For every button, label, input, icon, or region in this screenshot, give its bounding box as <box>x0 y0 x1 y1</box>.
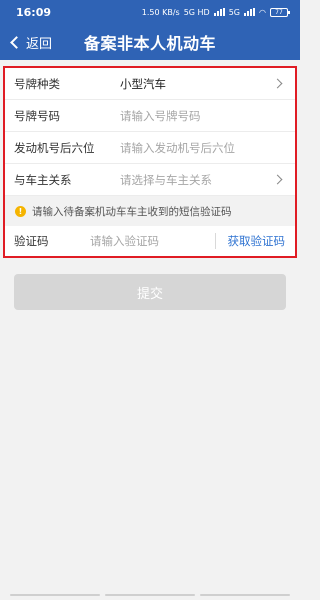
divider <box>214 233 216 249</box>
owner-relation-label: 与车主关系 <box>14 172 72 187</box>
signal-icon-2 <box>244 8 256 16</box>
network-speed: 1.50 KB/s <box>141 7 180 17</box>
sms-hint: ! 请输入待备案机动车车主收到的短信验证码 <box>5 196 295 226</box>
nav-bar: 返回 备案非本人机动车 <box>0 24 300 60</box>
status-time: 16:09 <box>16 5 52 19</box>
owner-relation-row[interactable]: 与车主关系 请选择与车主关系 <box>5 164 295 196</box>
wifi-icon: ◠ <box>259 7 266 17</box>
signal-icon <box>213 8 225 16</box>
engine-number-row: 发动机号后六位 请输入发动机号后六位 <box>5 132 295 164</box>
network-label-2: 5G <box>228 7 241 17</box>
status-icons: 1.50 KB/s 5G HD 5G ◠ 77 <box>141 7 290 17</box>
plate-type-label: 号牌种类 <box>14 76 60 91</box>
chevron-right-icon <box>272 174 283 185</box>
verification-code-row: 验证码 请输入验证码 获取验证码 <box>5 226 295 256</box>
gesture-bar <box>0 594 300 596</box>
vehicle-form: 号牌种类 小型汽车 号牌号码 请输入号牌号码 发动机号后六位 请输入发动机号后六… <box>3 66 297 258</box>
chevron-left-icon <box>10 35 23 49</box>
engine-number-input[interactable]: 请输入发动机号后六位 <box>120 140 285 156</box>
back-label: 返回 <box>26 36 53 52</box>
plate-number-input[interactable]: 请输入号牌号码 <box>120 108 285 124</box>
back-button[interactable]: 返回 <box>8 24 52 60</box>
page-title: 备案非本人机动车 <box>83 34 216 53</box>
warning-icon: ! <box>15 205 26 217</box>
plate-type-value: 小型汽车 <box>120 76 166 91</box>
plate-type-row[interactable]: 号牌种类 小型汽车 <box>5 68 295 100</box>
owner-relation-select[interactable]: 请选择与车主关系 <box>120 172 274 188</box>
network-label-1: 5G HD <box>183 7 210 17</box>
battery-icon: 77 <box>270 7 290 17</box>
sms-hint-text: 请输入待备案机动车车主收到的短信验证码 <box>32 205 232 218</box>
verification-code-label: 验证码 <box>14 234 49 248</box>
status-bar: 16:09 1.50 KB/s 5G HD 5G ◠ 77 <box>0 0 300 24</box>
app-header: 16:09 1.50 KB/s 5G HD 5G ◠ 77 返回 备案非本人机动… <box>0 0 300 60</box>
get-code-button[interactable]: 获取验证码 <box>228 233 286 249</box>
verification-code-input[interactable]: 请输入验证码 <box>90 233 215 249</box>
plate-number-row: 号牌号码 请输入号牌号码 <box>5 100 295 132</box>
engine-number-label: 发动机号后六位 <box>14 140 95 155</box>
submit-button[interactable]: 提交 <box>14 274 286 310</box>
chevron-right-icon <box>272 78 283 89</box>
plate-number-label: 号牌号码 <box>14 108 60 123</box>
